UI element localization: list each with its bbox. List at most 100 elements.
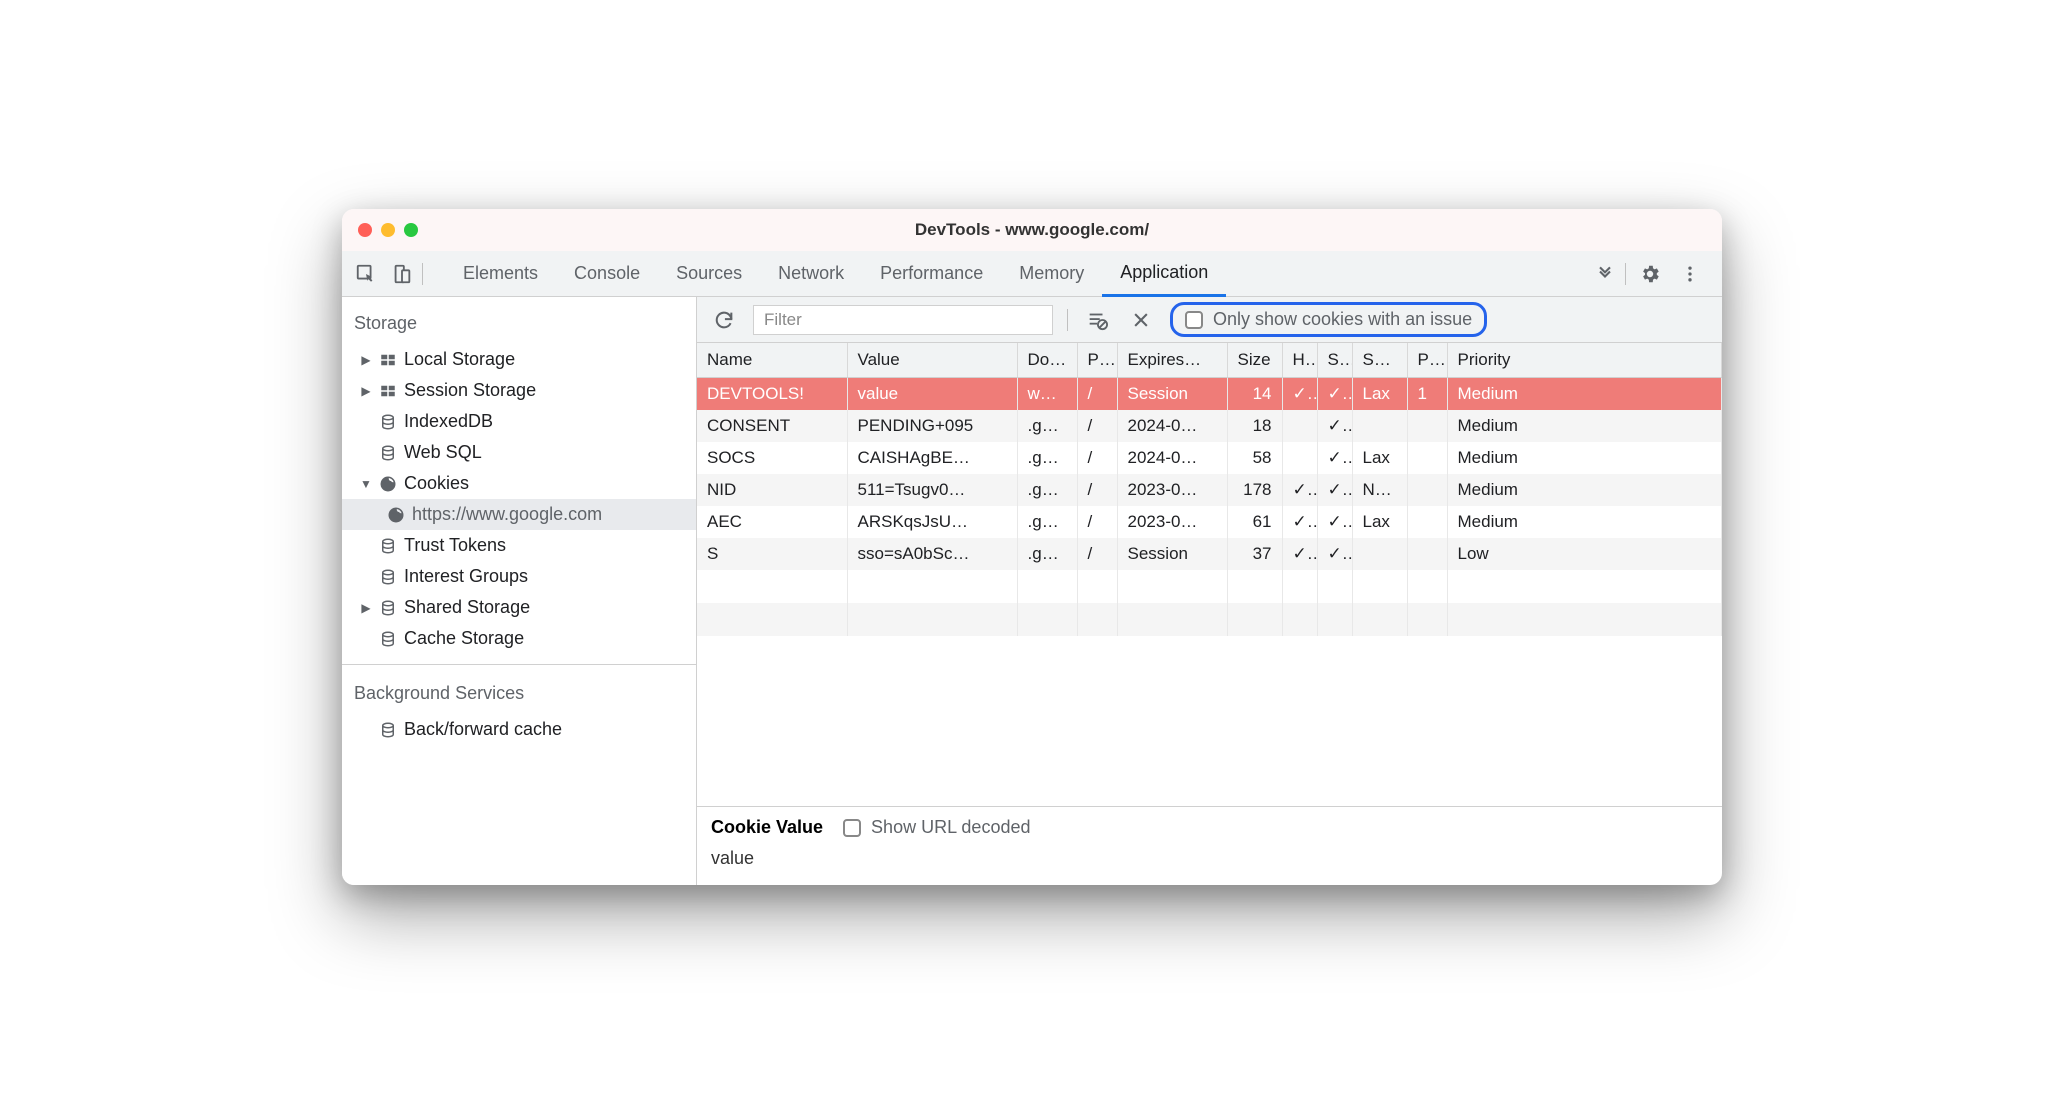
column-header[interactable]: Value <box>847 343 1017 378</box>
chevron-down-icon[interactable]: ▼ <box>360 477 372 491</box>
clear-all-icon[interactable] <box>1082 305 1112 335</box>
minimize-window-button[interactable] <box>381 223 395 237</box>
sidebar-item-label: Cache Storage <box>404 628 524 649</box>
column-header[interactable]: Expires… <box>1117 343 1227 378</box>
cell-http: ✓ <box>1282 378 1317 411</box>
only-issues-toggle[interactable]: Only show cookies with an issue <box>1170 302 1487 337</box>
cookie-detail-panel: Cookie Value Show URL decoded value <box>697 806 1722 885</box>
cell-path: / <box>1077 410 1117 442</box>
divider <box>1625 263 1626 285</box>
cell-expires: 2023-0… <box>1117 506 1227 538</box>
divider <box>1067 309 1068 331</box>
cell-domain: .go… <box>1017 442 1077 474</box>
checkbox-icon[interactable] <box>843 819 861 837</box>
column-header[interactable]: P… <box>1407 343 1447 378</box>
chevron-right-icon[interactable]: ▶ <box>360 384 372 398</box>
cell-priority: Medium <box>1447 474 1722 506</box>
sidebar-item-indexeddb[interactable]: IndexedDB <box>342 406 696 437</box>
table-row-empty <box>697 603 1722 636</box>
sidebar-item-label: https://www.google.com <box>412 504 602 525</box>
delete-selected-icon[interactable] <box>1126 305 1156 335</box>
cell-domain: .go… <box>1017 506 1077 538</box>
cell-name: DEVTOOLS! <box>697 378 847 411</box>
cell-size: 178 <box>1227 474 1282 506</box>
sidebar-item-label: Cookies <box>404 473 469 494</box>
cell-expires: 2024-0… <box>1117 410 1227 442</box>
cell-http: ✓ <box>1282 474 1317 506</box>
sidebar-item-web-sql[interactable]: Web SQL <box>342 437 696 468</box>
sidebar-item-label: Back/forward cache <box>404 719 562 740</box>
tab-network[interactable]: Network <box>760 251 862 297</box>
column-header[interactable]: S… <box>1317 343 1352 378</box>
tab-memory[interactable]: Memory <box>1001 251 1102 297</box>
chevron-right-icon[interactable]: ▶ <box>360 353 372 367</box>
maximize-window-button[interactable] <box>404 223 418 237</box>
table-icon <box>378 381 398 401</box>
url-decoded-label: Show URL decoded <box>871 817 1030 838</box>
kebab-menu-icon[interactable] <box>1674 258 1706 290</box>
table-row[interactable]: Ssso=sA0bSc….go…/Session37✓✓Low <box>697 538 1722 570</box>
column-header[interactable]: P… <box>1077 343 1117 378</box>
cell-priority: Medium <box>1447 410 1722 442</box>
cell-samesite <box>1352 410 1407 442</box>
cell-value: 511=Tsugv0… <box>847 474 1017 506</box>
cell-value: CAISHAgBE… <box>847 442 1017 474</box>
sidebar-item-label: Web SQL <box>404 442 482 463</box>
cell-priority: Low <box>1447 538 1722 570</box>
sidebar-item-label: Local Storage <box>404 349 515 370</box>
tab-sources[interactable]: Sources <box>658 251 760 297</box>
sidebar-item-cache-storage[interactable]: Cache Storage <box>342 623 696 654</box>
column-header[interactable]: Sa… <box>1352 343 1407 378</box>
cell-path: / <box>1077 378 1117 411</box>
filter-input[interactable] <box>753 305 1053 335</box>
cell-value: sso=sA0bSc… <box>847 538 1017 570</box>
table-row[interactable]: NID511=Tsugv0….go…/2023-0…178✓✓No…Medium <box>697 474 1722 506</box>
device-toolbar-icon[interactable] <box>386 258 418 290</box>
sidebar-section-header: Background Services <box>342 675 696 714</box>
tab-performance[interactable]: Performance <box>862 251 1001 297</box>
sidebar-item-local-storage[interactable]: ▶ Local Storage <box>342 344 696 375</box>
column-header[interactable]: Name <box>697 343 847 378</box>
sidebar-item-session-storage[interactable]: ▶Session Storage <box>342 375 696 406</box>
cell-path: / <box>1077 506 1117 538</box>
settings-icon[interactable] <box>1634 258 1666 290</box>
column-header[interactable]: Do… <box>1017 343 1077 378</box>
devtools-tabbar: ElementsConsoleSourcesNetworkPerformance… <box>342 251 1722 297</box>
sidebar-item-interest-groups[interactable]: Interest Groups <box>342 561 696 592</box>
tab-console[interactable]: Console <box>556 251 658 297</box>
sidebar-item-shared-storage[interactable]: ▶Shared Storage <box>342 592 696 623</box>
more-tabs-icon[interactable] <box>1589 258 1621 290</box>
cell-expires: 2024-0… <box>1117 442 1227 474</box>
cell-party <box>1407 474 1447 506</box>
table-row[interactable]: AECARSKqsJsU….go…/2023-0…61✓✓LaxMedium <box>697 506 1722 538</box>
sidebar-item-back-forward-cache[interactable]: Back/forward cache <box>342 714 696 745</box>
cell-value: PENDING+095 <box>847 410 1017 442</box>
refresh-icon[interactable] <box>709 305 739 335</box>
sidebar-item-cookie-origin[interactable]: https://www.google.com <box>342 499 696 530</box>
close-window-button[interactable] <box>358 223 372 237</box>
sidebar-item-cookies[interactable]: ▼ Cookies <box>342 468 696 499</box>
cell-size: 37 <box>1227 538 1282 570</box>
column-header[interactable]: Size <box>1227 343 1282 378</box>
tab-application[interactable]: Application <box>1102 251 1226 297</box>
table-row[interactable]: CONSENTPENDING+095.go…/2024-0…18✓Medium <box>697 410 1722 442</box>
inspect-element-icon[interactable] <box>350 258 382 290</box>
table-row[interactable]: DEVTOOLS!valueww…/Session14✓✓Lax1Medium <box>697 378 1722 411</box>
cell-samesite <box>1352 538 1407 570</box>
cell-secure: ✓ <box>1317 474 1352 506</box>
column-header[interactable]: H. <box>1282 343 1317 378</box>
checkbox-icon[interactable] <box>1185 311 1203 329</box>
tab-elements[interactable]: Elements <box>445 251 556 297</box>
sidebar-item-trust-tokens[interactable]: Trust Tokens <box>342 530 696 561</box>
chevron-right-icon[interactable]: ▶ <box>360 601 372 615</box>
cell-http <box>1282 442 1317 474</box>
cell-size: 18 <box>1227 410 1282 442</box>
cell-priority: Medium <box>1447 506 1722 538</box>
table-row[interactable]: SOCSCAISHAgBE….go…/2024-0…58✓LaxMedium <box>697 442 1722 474</box>
cookies-panel: Only show cookies with an issue NameValu… <box>697 297 1722 885</box>
column-header[interactable]: Priority <box>1447 343 1722 378</box>
url-decoded-toggle[interactable]: Show URL decoded <box>843 817 1030 838</box>
cell-name: NID <box>697 474 847 506</box>
db-icon <box>378 720 398 740</box>
db-icon <box>378 629 398 649</box>
